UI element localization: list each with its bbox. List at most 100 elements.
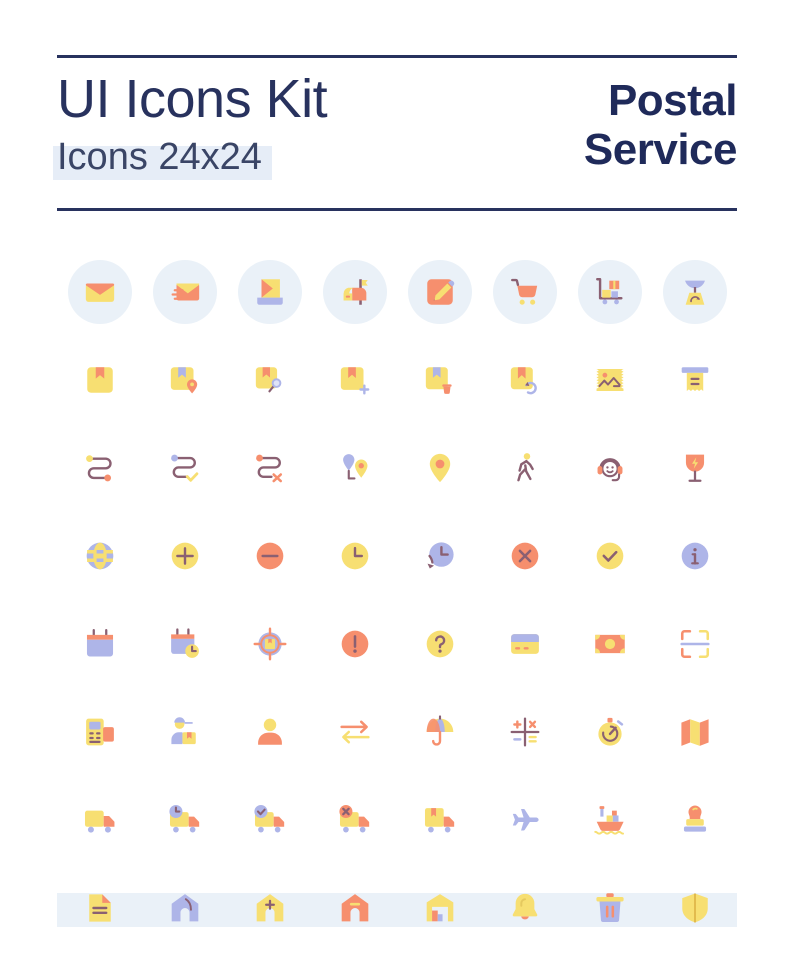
icon-cell[interactable] xyxy=(312,864,397,952)
icon-cell[interactable] xyxy=(482,512,567,600)
folded-map-icon[interactable] xyxy=(671,708,719,756)
airplane-icon[interactable] xyxy=(501,796,549,844)
icon-cell[interactable] xyxy=(312,248,397,336)
fragile-glass-icon[interactable] xyxy=(671,444,719,492)
icon-cell[interactable] xyxy=(312,512,397,600)
icon-cell[interactable] xyxy=(57,600,142,688)
icon-cell[interactable] xyxy=(652,336,737,424)
icon-cell[interactable] xyxy=(567,248,652,336)
trash-icon[interactable] xyxy=(586,884,634,932)
icon-cell[interactable] xyxy=(652,864,737,952)
icon-cell[interactable] xyxy=(312,600,397,688)
icon-cell[interactable] xyxy=(482,336,567,424)
icon-cell[interactable] xyxy=(652,688,737,776)
package-add-icon[interactable] xyxy=(331,356,379,404)
payment-terminal-icon[interactable] xyxy=(76,708,124,756)
icon-cell[interactable] xyxy=(57,424,142,512)
truck-check-icon[interactable] xyxy=(246,796,294,844)
icon-cell[interactable] xyxy=(567,336,652,424)
map-pin-icon[interactable] xyxy=(416,444,464,492)
icon-cell[interactable] xyxy=(397,688,482,776)
package-box-icon[interactable] xyxy=(76,356,124,404)
mailbox-icon[interactable] xyxy=(331,268,379,316)
transfer-arrows-icon[interactable] xyxy=(331,708,379,756)
plus-circle-icon[interactable] xyxy=(161,532,209,580)
truck-time-icon[interactable] xyxy=(161,796,209,844)
icon-cell[interactable] xyxy=(227,600,312,688)
icon-cell[interactable] xyxy=(397,776,482,864)
umbrella-insurance-icon[interactable] xyxy=(416,708,464,756)
icon-cell[interactable] xyxy=(312,688,397,776)
envelope-send-icon[interactable] xyxy=(161,268,209,316)
icon-cell[interactable] xyxy=(57,248,142,336)
rubber-stamp-icon[interactable] xyxy=(671,796,719,844)
icon-cell[interactable] xyxy=(227,864,312,952)
icon-cell[interactable] xyxy=(652,776,737,864)
warehouse-icon[interactable] xyxy=(416,884,464,932)
route-check-icon[interactable] xyxy=(161,444,209,492)
notification-bell-icon[interactable] xyxy=(501,884,549,932)
barcode-scan-icon[interactable] xyxy=(671,620,719,668)
clock-history-icon[interactable] xyxy=(416,532,464,580)
clock-icon[interactable] xyxy=(331,532,379,580)
icon-cell[interactable] xyxy=(57,336,142,424)
icon-cell[interactable] xyxy=(397,336,482,424)
courier-walking-icon[interactable] xyxy=(501,444,549,492)
route-icon[interactable] xyxy=(76,444,124,492)
icon-cell[interactable] xyxy=(567,600,652,688)
icon-cell[interactable] xyxy=(57,864,142,952)
mail-inbox-icon[interactable] xyxy=(246,268,294,316)
home-remove-icon[interactable] xyxy=(331,884,379,932)
icon-cell[interactable] xyxy=(227,248,312,336)
truck-cancel-icon[interactable] xyxy=(331,796,379,844)
icon-cell[interactable] xyxy=(652,600,737,688)
map-pins-route-icon[interactable] xyxy=(331,444,379,492)
alert-circle-icon[interactable] xyxy=(331,620,379,668)
icon-cell[interactable] xyxy=(227,688,312,776)
shield-icon[interactable] xyxy=(671,884,719,932)
calendar-icon[interactable] xyxy=(76,620,124,668)
icon-cell[interactable] xyxy=(142,688,227,776)
icon-cell[interactable] xyxy=(142,248,227,336)
icon-cell[interactable] xyxy=(227,336,312,424)
calendar-time-icon[interactable] xyxy=(161,620,209,668)
home-address-icon[interactable] xyxy=(161,884,209,932)
icon-cell[interactable] xyxy=(482,600,567,688)
icon-cell[interactable] xyxy=(312,776,397,864)
icon-cell[interactable] xyxy=(57,688,142,776)
icon-cell[interactable] xyxy=(482,776,567,864)
icon-cell[interactable] xyxy=(397,248,482,336)
weight-scale-icon[interactable] xyxy=(671,268,719,316)
close-circle-icon[interactable] xyxy=(501,532,549,580)
icon-cell[interactable] xyxy=(142,424,227,512)
home-add-icon[interactable] xyxy=(246,884,294,932)
cash-banknote-icon[interactable] xyxy=(586,620,634,668)
shopping-cart-icon[interactable] xyxy=(501,268,549,316)
icon-cell[interactable] xyxy=(57,512,142,600)
info-circle-icon[interactable] xyxy=(671,532,719,580)
icon-cell[interactable] xyxy=(312,424,397,512)
icon-cell[interactable] xyxy=(567,512,652,600)
icon-cell[interactable] xyxy=(142,600,227,688)
icon-cell[interactable] xyxy=(652,424,737,512)
minus-circle-icon[interactable] xyxy=(246,532,294,580)
icon-cell[interactable] xyxy=(397,512,482,600)
icon-cell[interactable] xyxy=(57,776,142,864)
truck-package-icon[interactable] xyxy=(416,796,464,844)
package-tracking-target-icon[interactable] xyxy=(246,620,294,668)
icon-cell[interactable] xyxy=(652,512,737,600)
stopwatch-icon[interactable] xyxy=(586,708,634,756)
icon-cell[interactable] xyxy=(567,864,652,952)
help-circle-icon[interactable] xyxy=(416,620,464,668)
icon-cell[interactable] xyxy=(482,864,567,952)
icon-cell[interactable] xyxy=(397,424,482,512)
check-circle-icon[interactable] xyxy=(586,532,634,580)
courier-parcel-icon[interactable] xyxy=(161,708,209,756)
icon-cell[interactable] xyxy=(567,424,652,512)
delivery-truck-icon[interactable] xyxy=(76,796,124,844)
icon-cell[interactable] xyxy=(142,864,227,952)
icon-cell[interactable] xyxy=(227,424,312,512)
icon-cell[interactable] xyxy=(142,776,227,864)
icon-cell[interactable] xyxy=(227,512,312,600)
document-icon[interactable] xyxy=(76,884,124,932)
